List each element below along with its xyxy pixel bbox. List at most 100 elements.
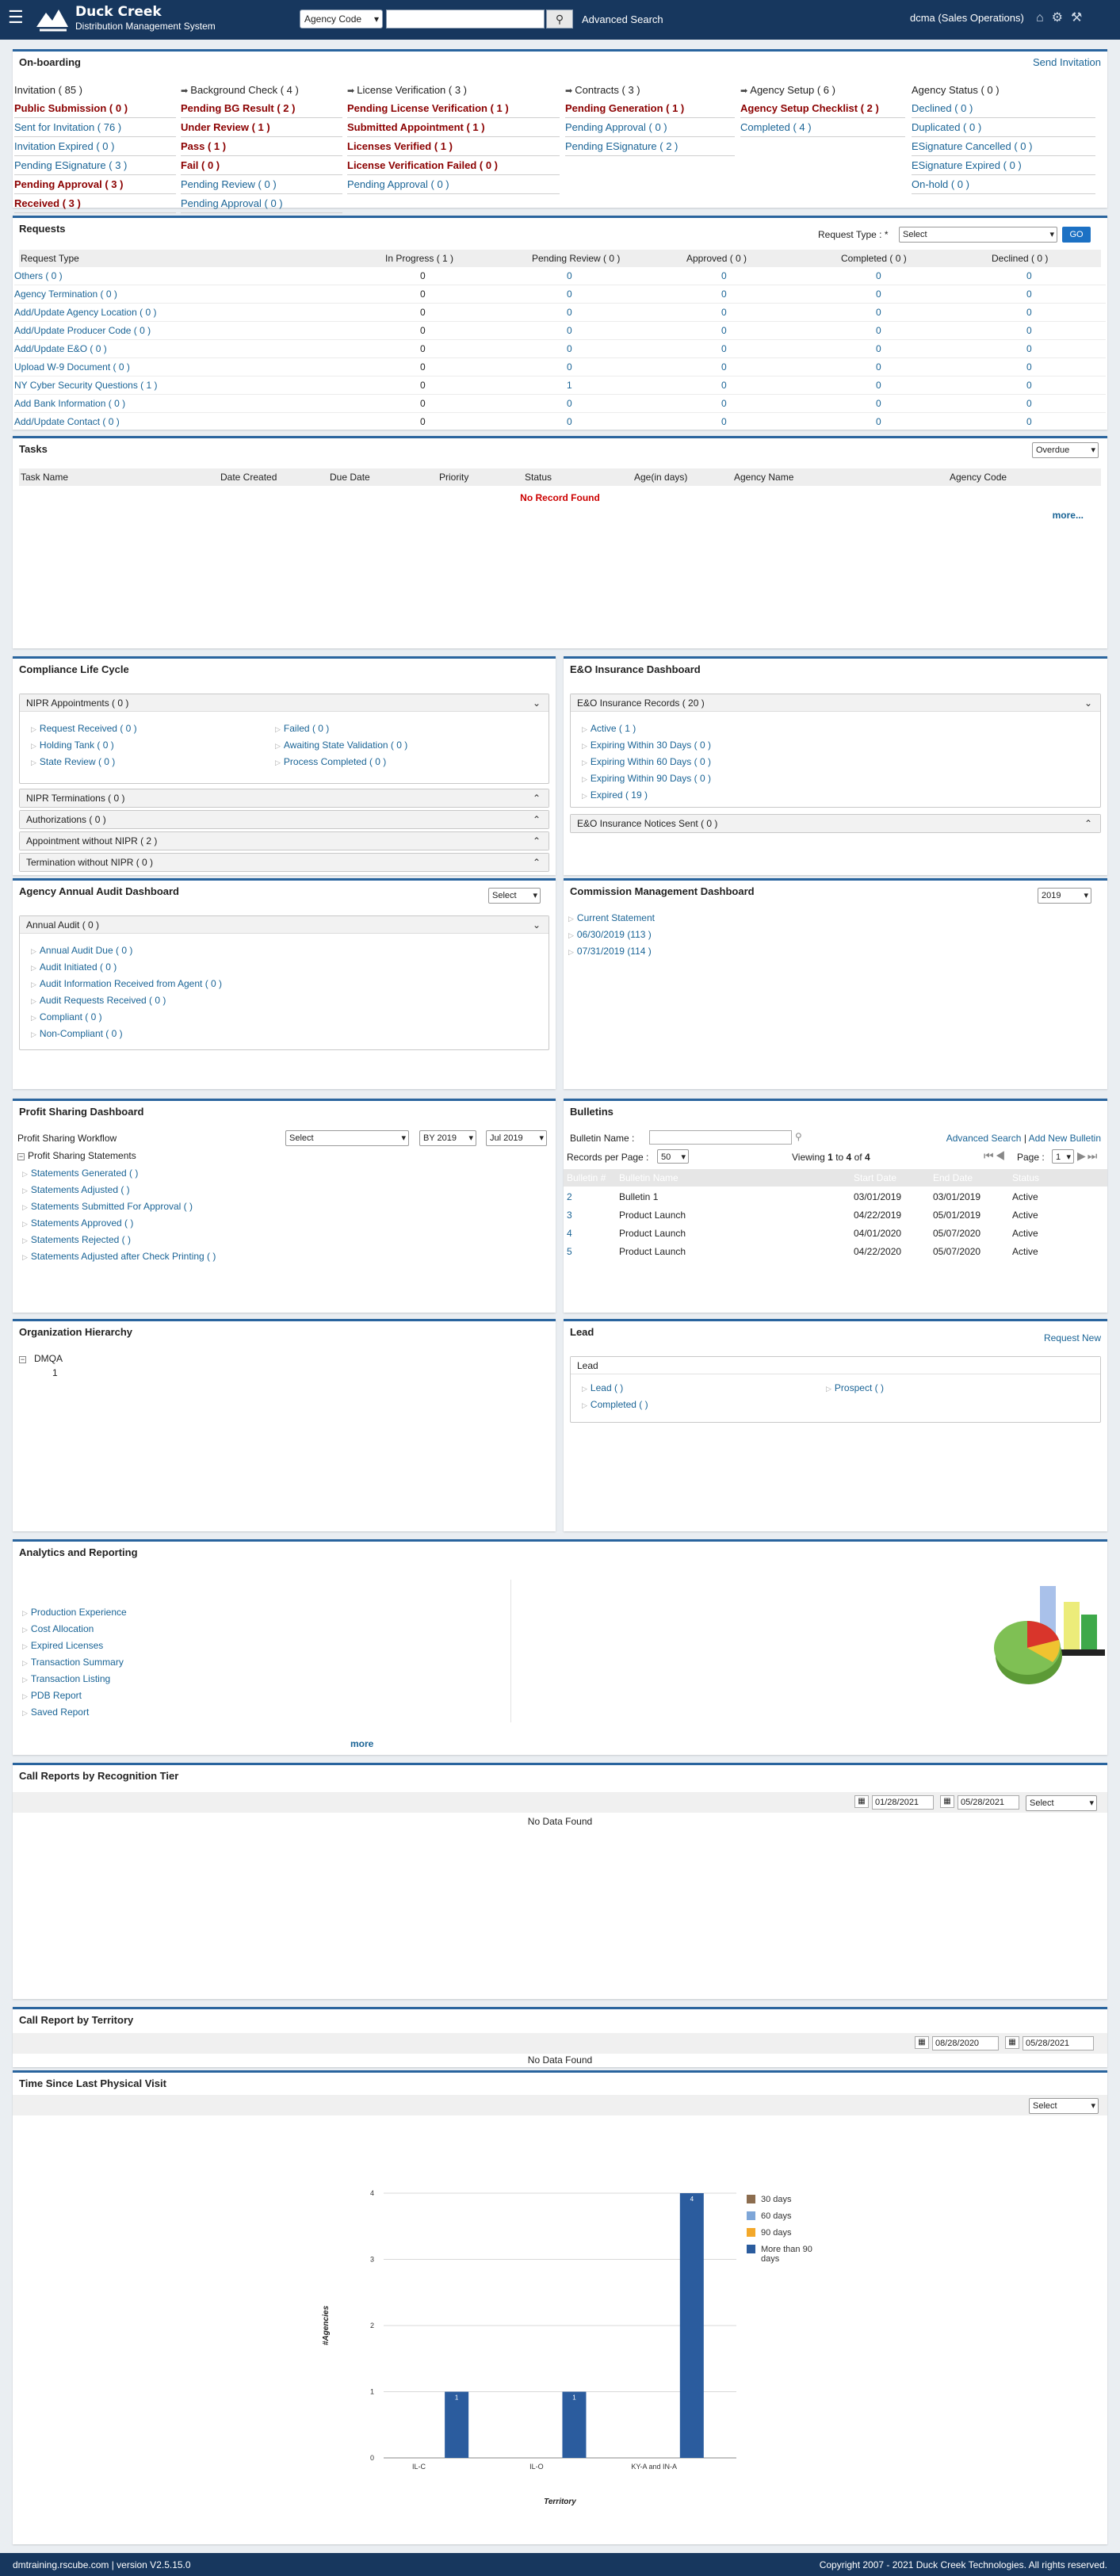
- request-count[interactable]: 0: [567, 325, 572, 336]
- user-name[interactable]: dcma (Sales Operations): [910, 12, 1024, 24]
- tasks-filter-select[interactable]: Overdue: [1032, 442, 1099, 458]
- onboarding-item[interactable]: Pending License Verification ( 1 ): [347, 99, 560, 118]
- compliance-link[interactable]: ▷ Awaiting State Validation ( 0 ): [275, 740, 407, 751]
- audit-link[interactable]: ▷ Audit Initiated ( 0 ): [31, 961, 117, 973]
- profit-link[interactable]: ▷ Statements Rejected ( ): [22, 1234, 131, 1245]
- menu-icon[interactable]: ☰: [8, 9, 24, 26]
- records-per-page-select[interactable]: 50: [657, 1149, 689, 1164]
- nipr-appointments-header[interactable]: NIPR Appointments ( 0 ) ⌄: [20, 694, 549, 712]
- request-count[interactable]: 0: [567, 361, 572, 373]
- onboarding-item[interactable]: Pending ESignature ( 3 ): [14, 156, 176, 175]
- audit-link[interactable]: ▷ Non-Compliant ( 0 ): [31, 1028, 123, 1039]
- calendar-icon[interactable]: ▦: [1005, 2036, 1019, 2049]
- home-icon[interactable]: ⌂: [1036, 11, 1052, 25]
- onboarding-item[interactable]: Pending Approval ( 0 ): [565, 118, 735, 137]
- advanced-search-link[interactable]: Advanced Search: [582, 13, 663, 25]
- call-tier-select[interactable]: Select: [1026, 1795, 1097, 1811]
- call-territory-date-from[interactable]: 08/28/2020: [932, 2036, 999, 2050]
- request-count[interactable]: 0: [721, 416, 727, 427]
- commission-link[interactable]: ▷ Current Statement: [568, 912, 655, 923]
- analytics-report-link[interactable]: ▷ Transaction Summary: [22, 1657, 124, 1668]
- lead-link[interactable]: ▷ Lead ( ): [582, 1382, 623, 1393]
- request-count[interactable]: 1: [567, 380, 572, 391]
- tasks-more-link[interactable]: more...: [1053, 510, 1084, 521]
- request-count[interactable]: 0: [567, 289, 572, 300]
- lead-link[interactable]: ▷ Completed ( ): [582, 1399, 648, 1410]
- eo-link[interactable]: ▷ Active ( 1 ): [582, 723, 636, 734]
- collapse-icon[interactable]: −: [19, 1356, 26, 1363]
- onboarding-item[interactable]: ESignature Expired ( 0 ): [912, 156, 1095, 175]
- profit-link[interactable]: ▷ Statements Generated ( ): [22, 1168, 138, 1179]
- request-count[interactable]: 0: [1026, 361, 1032, 373]
- calendar-icon[interactable]: ▦: [940, 1795, 954, 1808]
- request-type-link[interactable]: Add/Update Agency Location ( 0 ): [14, 307, 156, 318]
- org-tree-child[interactable]: 1: [52, 1367, 58, 1378]
- request-count[interactable]: 0: [721, 398, 727, 409]
- onboarding-item[interactable]: Pending Approval ( 3 ): [14, 175, 176, 194]
- onboarding-item[interactable]: Duplicated ( 0 ): [912, 118, 1095, 137]
- audit-link[interactable]: ▷ Audit Requests Received ( 0 ): [31, 995, 166, 1006]
- call-tier-date-from[interactable]: 01/28/2021: [872, 1795, 934, 1810]
- add-new-bulletin-link[interactable]: Add New Bulletin: [1029, 1133, 1101, 1144]
- analytics-report-link[interactable]: ▷ Production Experience: [22, 1607, 127, 1618]
- request-count[interactable]: 0: [1026, 289, 1032, 300]
- request-type-link[interactable]: Upload W-9 Document ( 0 ): [14, 361, 130, 373]
- request-count[interactable]: 0: [567, 307, 572, 318]
- request-count[interactable]: 0: [1026, 307, 1032, 318]
- compliance-section[interactable]: Termination without NIPR ( 0 ) ⌃: [19, 853, 549, 872]
- onboarding-item[interactable]: ESignature Cancelled ( 0 ): [912, 137, 1095, 156]
- analytics-report-link[interactable]: ▷ PDB Report: [22, 1690, 82, 1701]
- eo-link[interactable]: ▷ Expiring Within 30 Days ( 0 ): [582, 740, 711, 751]
- compliance-section[interactable]: Authorizations ( 0 ) ⌃: [19, 810, 549, 829]
- request-count[interactable]: 0: [1026, 270, 1032, 281]
- eo-records-header[interactable]: E&O Insurance Records ( 20 ) ⌄: [571, 694, 1100, 712]
- request-type-link[interactable]: Add/Update Contact ( 0 ): [14, 416, 120, 427]
- audit-link[interactable]: ▷ Audit Information Received from Agent (…: [31, 978, 222, 989]
- onboarding-item[interactable]: Pass ( 1 ): [181, 137, 342, 156]
- analytics-report-link[interactable]: ▷ Transaction Listing: [22, 1673, 110, 1684]
- collapse-icon[interactable]: −: [17, 1153, 25, 1160]
- search-button[interactable]: ⚲: [546, 10, 573, 29]
- request-count[interactable]: 0: [876, 398, 881, 409]
- request-count[interactable]: 0: [876, 361, 881, 373]
- compliance-link[interactable]: ▷ Process Completed ( 0 ): [275, 756, 386, 767]
- request-type-link[interactable]: Others ( 0 ): [14, 270, 63, 281]
- profit-link[interactable]: ▷ Statements Submitted For Approval ( ): [22, 1201, 193, 1212]
- request-type-link[interactable]: Add Bank Information ( 0 ): [14, 398, 125, 409]
- duck-creek-logo-icon[interactable]: [35, 5, 70, 33]
- profit-link[interactable]: ▷ Statements Approved ( ): [22, 1217, 133, 1229]
- compliance-section[interactable]: Appointment without NIPR ( 2 ) ⌃: [19, 831, 549, 850]
- request-count[interactable]: 0: [876, 380, 881, 391]
- bulletin-id-link[interactable]: 5: [567, 1246, 572, 1257]
- profit-tree-root[interactable]: − Profit Sharing Statements: [17, 1150, 136, 1161]
- onboarding-item[interactable]: Received ( 3 ): [14, 194, 176, 213]
- annual-audit-header[interactable]: Annual Audit ( 0 ) ⌄: [20, 916, 549, 934]
- request-count[interactable]: 0: [1026, 416, 1032, 427]
- onboarding-item[interactable]: Fail ( 0 ): [181, 156, 342, 175]
- request-count[interactable]: 0: [1026, 398, 1032, 409]
- tools-icon[interactable]: ⚒: [1071, 11, 1090, 25]
- commission-link[interactable]: ▷ 06/30/2019 (113 ): [568, 929, 652, 940]
- eo-link[interactable]: ▷ Expiring Within 60 Days ( 0 ): [582, 756, 711, 767]
- request-type-link[interactable]: NY Cyber Security Questions ( 1 ): [14, 380, 158, 391]
- next-page-icon[interactable]: ▶: [1077, 1149, 1088, 1162]
- onboarding-item[interactable]: Agency Setup Checklist ( 2 ): [740, 99, 905, 118]
- first-page-icon[interactable]: ⏮: [984, 1149, 996, 1162]
- onboarding-item[interactable]: Licenses Verified ( 1 ): [347, 137, 560, 156]
- request-count[interactable]: 0: [1026, 325, 1032, 336]
- org-tree-root[interactable]: − DMQA: [19, 1353, 63, 1364]
- commission-link[interactable]: ▷ 07/31/2019 (114 ): [568, 946, 652, 957]
- onboarding-item[interactable]: Pending BG Result ( 2 ): [181, 99, 342, 118]
- onboarding-item[interactable]: Pending Approval ( 0 ): [347, 175, 560, 194]
- calendar-icon[interactable]: ▦: [915, 2036, 929, 2049]
- onboarding-item[interactable]: Pending Review ( 0 ): [181, 175, 342, 194]
- compliance-link[interactable]: ▷ State Review ( 0 ): [31, 756, 115, 767]
- request-count[interactable]: 0: [876, 307, 881, 318]
- commission-year-select[interactable]: 2019: [1038, 888, 1091, 904]
- request-count[interactable]: 0: [876, 270, 881, 281]
- request-count[interactable]: 0: [1026, 343, 1032, 354]
- request-type-select[interactable]: Select: [899, 227, 1057, 243]
- onboarding-item[interactable]: License Verification Failed ( 0 ): [347, 156, 560, 175]
- profit-link[interactable]: ▷ Statements Adjusted after Check Printin…: [22, 1251, 216, 1262]
- audit-link[interactable]: ▷ Annual Audit Due ( 0 ): [31, 945, 132, 956]
